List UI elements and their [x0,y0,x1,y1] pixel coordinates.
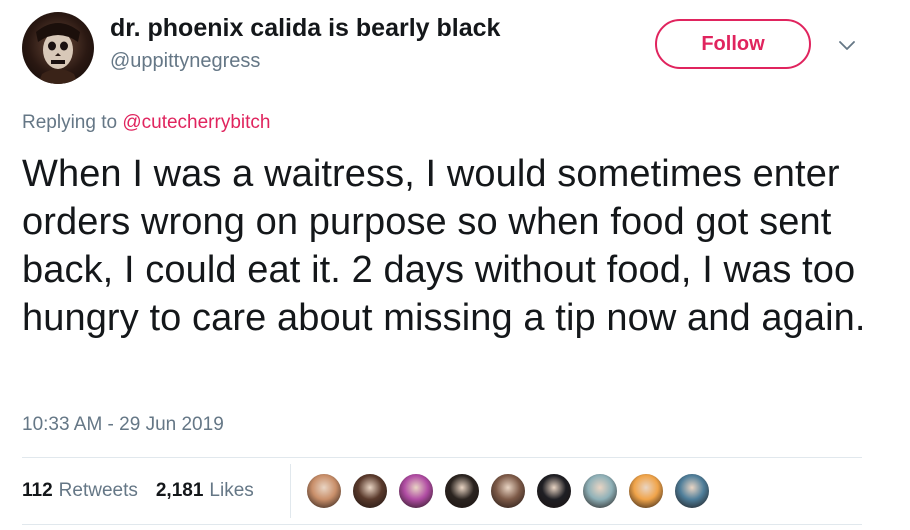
tweet-stats: 112 Retweets 2,181 Likes [22,480,272,502]
liker-avatar[interactable] [581,472,619,510]
profile-avatar[interactable] [22,12,94,84]
stats-separator [290,464,291,518]
liker-avatar[interactable] [305,472,343,510]
chevron-down-icon[interactable] [836,36,858,56]
liker-avatar[interactable] [351,472,389,510]
liker-avatar[interactable] [397,472,435,510]
liker-avatar[interactable] [673,472,711,510]
display-name[interactable]: dr. phoenix calida is bearly black [110,14,500,43]
replying-prefix: Replying to [22,112,118,133]
liker-avatar[interactable] [443,472,481,510]
reply-mention-link[interactable]: @cutecherrybitch [122,112,270,133]
divider [22,524,862,525]
likes-stat[interactable]: 2,181 Likes [156,480,254,502]
follow-button[interactable]: Follow [655,19,811,69]
likes-count: 2,181 [155,480,204,501]
liker-avatars [305,472,719,510]
retweets-stat[interactable]: 112 Retweets [22,480,138,502]
likes-label: Likes [209,480,254,501]
tweet-text: When I was a waitress, I would sometimes… [22,153,866,339]
replying-to: Replying to @cutecherrybitch [22,112,270,134]
tweet-timestamp[interactable]: 10:33 AM - 29 Jun 2019 [22,414,224,436]
liker-avatar[interactable] [535,472,573,510]
liker-avatar[interactable] [627,472,665,510]
retweets-label: Retweets [58,480,138,501]
divider [22,457,862,458]
user-handle[interactable]: @uppittynegress [110,50,260,73]
retweets-count: 112 [22,480,53,501]
liker-avatar[interactable] [489,472,527,510]
